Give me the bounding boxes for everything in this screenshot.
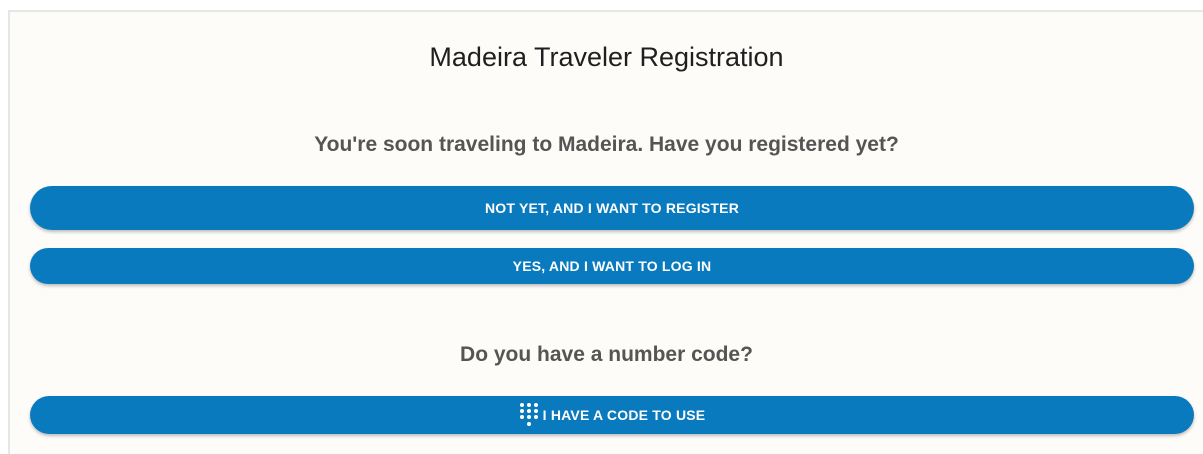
use-code-button[interactable]: I HAVE A CODE TO USE [30,396,1194,434]
code-question: Do you have a number code? [460,343,753,366]
page-title: Madeira Traveler Registration [429,42,784,72]
registration-question: You're soon traveling to Madeira. Have y… [314,133,899,156]
dialpad-icon [519,402,539,428]
register-button-label: NOT YET, AND I WANT TO REGISTER [484,200,740,216]
registration-panel: Madeira Traveler Registration You're soo… [8,10,1203,454]
use-code-button-label: I HAVE A CODE TO USE [542,407,706,423]
register-button[interactable]: NOT YET, AND I WANT TO REGISTER [30,186,1194,230]
login-button-label: YES, AND I WANT TO LOG IN [512,258,712,274]
login-button[interactable]: YES, AND I WANT TO LOG IN [30,248,1194,284]
